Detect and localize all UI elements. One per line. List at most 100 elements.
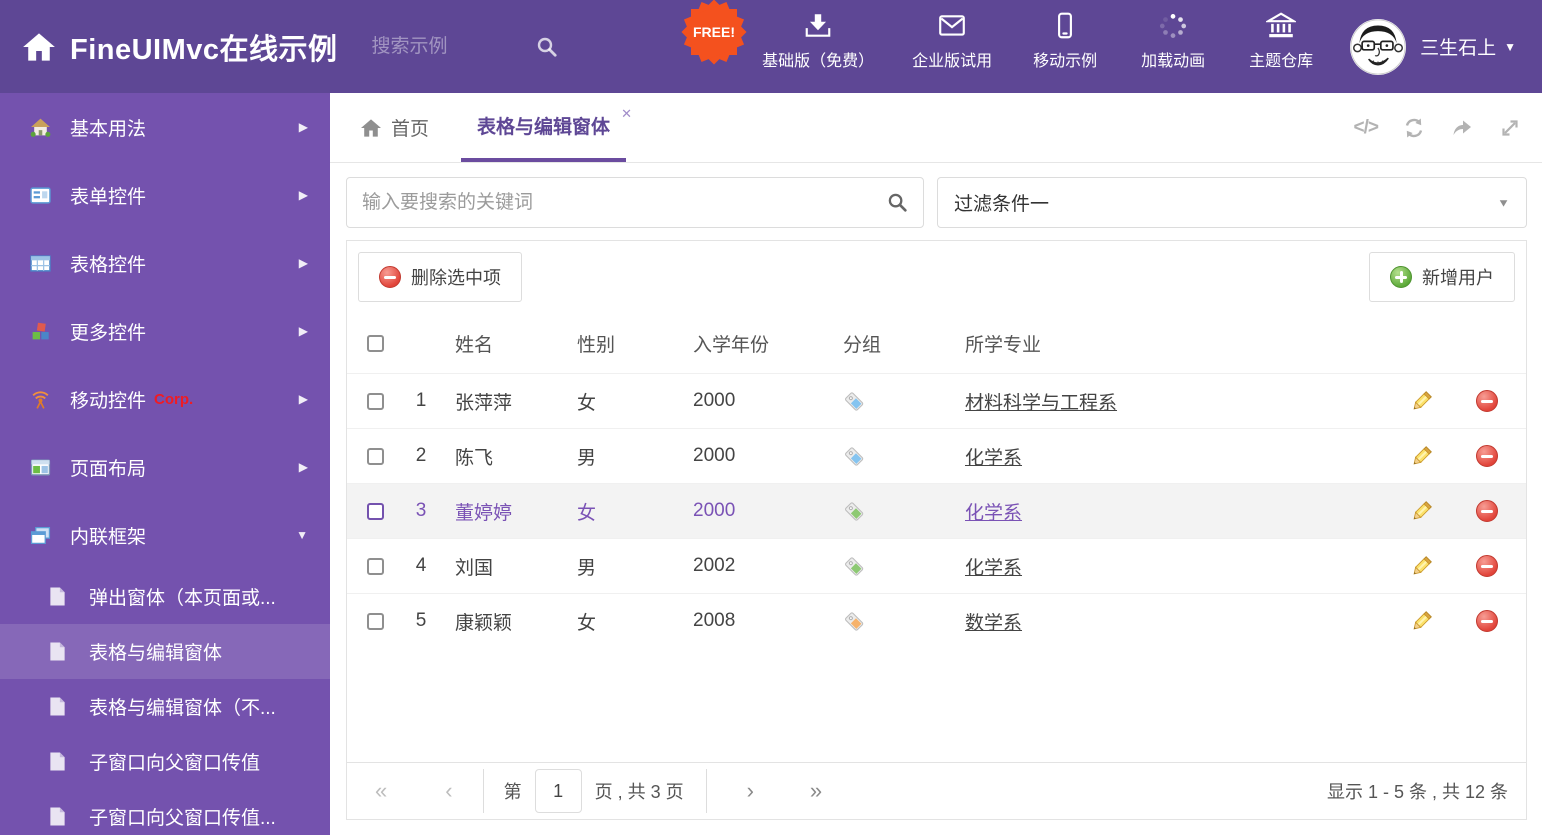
cell-year: 2000	[693, 390, 736, 411]
delete-selected-button[interactable]: 删除选中项	[358, 252, 522, 302]
expand-icon[interactable]	[1498, 117, 1522, 139]
next-page-button[interactable]: ›	[747, 778, 754, 804]
column-header-group[interactable]: 分组	[829, 330, 949, 357]
select-all-checkbox[interactable]	[366, 334, 384, 352]
column-header-major[interactable]: 所学专业	[949, 330, 1394, 357]
close-icon[interactable]: ✕	[621, 106, 632, 122]
tab-label: 表格与编辑窗体	[477, 117, 611, 138]
row-number: 4	[415, 555, 427, 576]
nav-item-theme-store[interactable]: 主题仓库	[1246, 12, 1316, 71]
table-row[interactable]: 1 张萍萍 女 2000 材料科学与工程系	[347, 373, 1526, 428]
edit-icon[interactable]	[1410, 445, 1433, 468]
refresh-icon[interactable]	[1402, 117, 1426, 139]
filter-dropdown[interactable]: 过滤条件一 ▼	[937, 177, 1527, 228]
column-header-name[interactable]: 姓名	[439, 330, 561, 357]
header-search-input[interactable]	[371, 35, 522, 58]
major-link[interactable]: 数学系	[965, 608, 1022, 635]
delete-row-icon[interactable]	[1476, 445, 1498, 467]
arrow-right-icon: ▶	[298, 256, 308, 270]
page-input[interactable]	[534, 769, 582, 813]
prev-page-button[interactable]: ‹	[445, 778, 452, 804]
share-arrow-icon[interactable]	[1450, 117, 1474, 139]
nav-item-mobile-demo[interactable]: 移动示例	[1030, 12, 1100, 71]
keyword-search-box	[346, 177, 924, 228]
add-user-button[interactable]: 新增用户	[1369, 252, 1515, 302]
sidebar-item-grid-controls[interactable]: 表格控件 ▶	[0, 229, 330, 297]
tab-label: 首页	[391, 119, 430, 140]
major-link[interactable]: 化学系	[965, 553, 1022, 580]
last-page-button[interactable]: »	[810, 778, 822, 804]
major-link[interactable]: 材料科学与工程系	[965, 388, 1117, 415]
first-page-button[interactable]: «	[375, 778, 387, 804]
source-code-icon[interactable]: </>	[1354, 117, 1380, 139]
cubes-icon	[32, 322, 49, 339]
sidebar-item-mobile-controls[interactable]: 移动控件 Corp. ▶	[0, 365, 330, 433]
row-checkbox[interactable]	[366, 502, 384, 520]
mobile-icon	[1058, 12, 1073, 39]
sidebar-item-form-controls[interactable]: 表单控件 ▶	[0, 161, 330, 229]
sidebar-item-iframe[interactable]: 内联框架 ▼	[0, 501, 330, 569]
sidebar-item-basic-usage[interactable]: 基本用法 ▶	[0, 93, 330, 161]
cell-gender: 女	[577, 392, 597, 414]
row-checkbox[interactable]	[366, 447, 384, 465]
nav-item-basic-edition[interactable]: 基础版（免费）	[762, 12, 874, 71]
table-row[interactable]: 2 陈飞 男 2000 化学系	[347, 428, 1526, 483]
row-checkbox[interactable]	[366, 612, 384, 630]
nav-item-enterprise-trial[interactable]: 企业版试用	[912, 12, 992, 71]
nav-item-loading-animation[interactable]: 加载动画	[1138, 12, 1208, 71]
arrow-right-icon: ▶	[298, 392, 308, 406]
row-checkbox[interactable]	[366, 392, 384, 410]
sidebar-subitem-popup-window[interactable]: 弹出窗体（本页面或...	[0, 569, 330, 624]
column-header-gender[interactable]: 性别	[561, 330, 677, 357]
grid-panel: 删除选中项 新增用户 姓名 性别 入学年份 分组 所学专业 1 张萍萍 女 20…	[346, 240, 1527, 820]
pagination-bar: « ‹ 第 页 , 共 3 页 › » 显示 1 - 5 条 , 共 12 条	[347, 762, 1526, 819]
column-header-year[interactable]: 入学年份	[677, 330, 829, 357]
sidebar-item-label: 页面布局	[70, 458, 147, 480]
table-row[interactable]: 5 康颖颖 女 2008 数学系	[347, 593, 1526, 648]
delete-row-icon[interactable]	[1476, 500, 1498, 522]
bank-icon	[1266, 12, 1297, 38]
keyword-search-input[interactable]	[362, 191, 887, 214]
grid-empty-space	[347, 648, 1526, 762]
delete-row-icon[interactable]	[1476, 555, 1498, 577]
free-badge: FREE!	[681, 0, 747, 65]
signal-icon	[32, 390, 49, 409]
user-menu[interactable]: 三生石上 ▼	[1350, 18, 1516, 75]
delete-row-icon[interactable]	[1476, 610, 1498, 632]
search-icon[interactable]	[536, 36, 558, 58]
sidebar-item-label: 内联框架	[70, 526, 147, 548]
sidebar-item-label: 基本用法	[70, 118, 147, 140]
edit-icon[interactable]	[1410, 555, 1433, 578]
sidebar-subitem-grid-edit-window-2[interactable]: 表格与编辑窗体（不...	[0, 679, 330, 734]
cell-gender: 女	[577, 502, 597, 524]
download-icon	[805, 14, 831, 37]
table-row[interactable]: 4 刘国 男 2002 化学系	[347, 538, 1526, 593]
page-icon	[48, 586, 67, 607]
major-link[interactable]: 化学系	[965, 498, 1022, 525]
major-link[interactable]: 化学系	[965, 443, 1022, 470]
page-label-suffix: 页 , 共 3 页	[594, 782, 684, 802]
edit-icon[interactable]	[1410, 390, 1433, 413]
home-icon[interactable]	[22, 31, 56, 63]
cell-year: 2008	[693, 610, 736, 631]
avatar-face	[1350, 18, 1406, 75]
tab-home[interactable]: 首页	[360, 93, 429, 162]
main-content: 首页 表格与编辑窗体 ✕ </> 输入要搜索的关键词 过滤条件一 ▼ 删除选中项…	[330, 93, 1542, 835]
sidebar-subitem-child-to-parent[interactable]: 子窗口向父窗口传值	[0, 734, 330, 789]
tag-icon	[845, 611, 864, 631]
table-row-selected[interactable]: 3 董婷婷 女 2000 化学系	[347, 483, 1526, 538]
sidebar-item-page-layout[interactable]: 页面布局 ▶	[0, 433, 330, 501]
edit-icon[interactable]	[1410, 610, 1433, 633]
sidebar-item-more-controls[interactable]: 更多控件 ▶	[0, 297, 330, 365]
sidebar-subitem-child-to-parent-2[interactable]: 子窗口向父窗口传值...	[0, 789, 330, 835]
tab-grid-edit-window[interactable]: 表格与编辑窗体 ✕	[461, 93, 632, 162]
cell-name: 陈飞	[455, 447, 494, 469]
cell-gender: 女	[577, 612, 597, 634]
row-checkbox[interactable]	[366, 557, 384, 575]
delete-row-icon[interactable]	[1476, 390, 1498, 412]
tab-toolbar: </>	[1354, 93, 1522, 162]
search-icon[interactable]	[887, 192, 908, 213]
cell-year: 2000	[693, 500, 736, 521]
edit-icon[interactable]	[1410, 500, 1433, 523]
sidebar-subitem-grid-edit-window[interactable]: 表格与编辑窗体	[0, 624, 330, 679]
